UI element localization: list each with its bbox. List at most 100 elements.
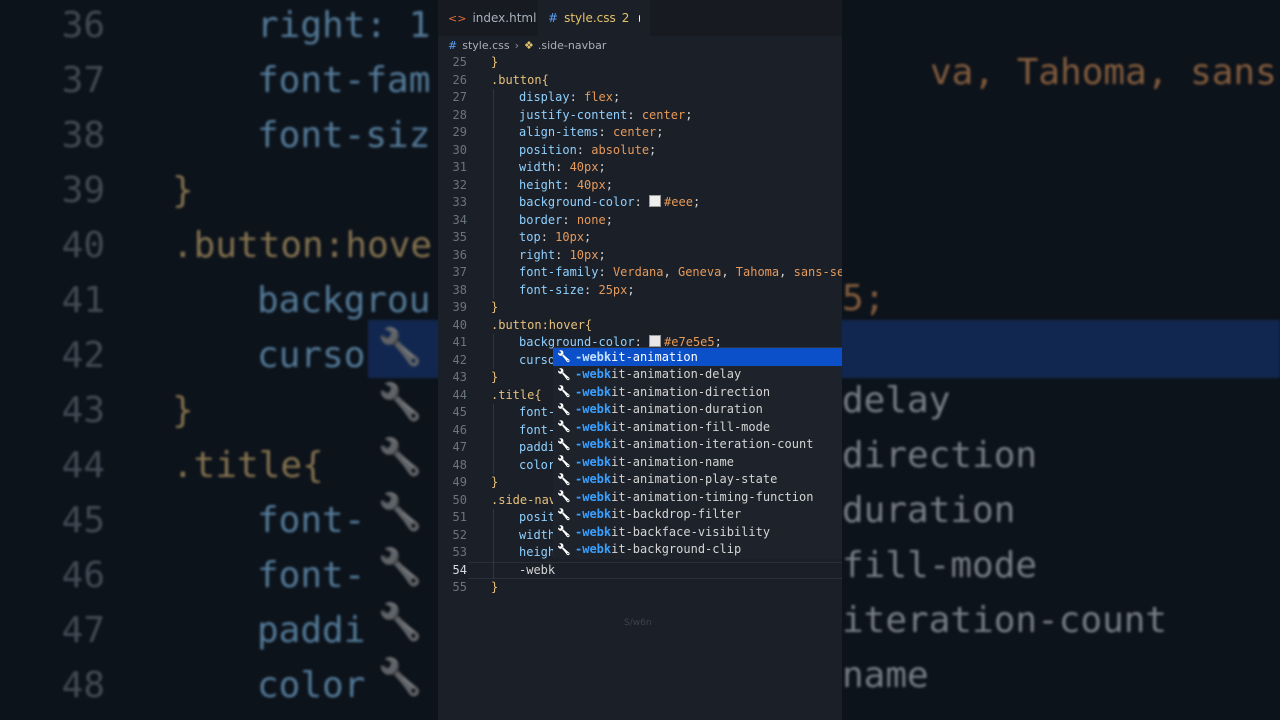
code-line-current[interactable]: 54 -webk: [438, 561, 842, 580]
code-token: display: [519, 90, 570, 104]
suggestion-item[interactable]: 🔧 -webk it-backdrop-filter: [553, 506, 842, 524]
code-text: align-items: center;: [519, 124, 664, 142]
code-text: font-family: Verdana, Geneva, Tahoma, sa…: [519, 264, 842, 282]
background-line-number: 44: [61, 445, 105, 486]
line-number: 32: [452, 177, 467, 192]
breadcrumb-file[interactable]: style.css: [462, 39, 509, 52]
suggestion-item[interactable]: 🔧 -webk it-animation-duration: [553, 401, 842, 419]
code-line[interactable]: 33 background-color: #eee;: [438, 194, 842, 212]
background-line: 42 curso: [0, 328, 366, 383]
background-code-text: right: 1: [257, 5, 431, 46]
suggestion-item[interactable]: 🔧 -webk it-background-clip: [553, 541, 842, 559]
background-line-number: 43: [61, 390, 105, 431]
suggestion-item[interactable]: 🔧 -webk it-animation-delay: [553, 366, 842, 384]
line-number: 51: [452, 510, 467, 524]
suggestion-item[interactable]: 🔧 -webk it-animation-timing-function: [553, 488, 842, 506]
background-line: 39}: [0, 163, 194, 218]
code-line[interactable]: 25}: [438, 54, 842, 72]
breadcrumb-symbol[interactable]: .side-navbar: [538, 39, 606, 52]
code-line[interactable]: 38 font-size: 25px;: [438, 282, 842, 300]
code-line[interactable]: 30 position: absolute;: [438, 142, 842, 160]
code-line[interactable]: 40 .button:hover{: [438, 317, 842, 335]
code-token: ,: [663, 265, 678, 279]
wrench-icon: 🔧: [557, 525, 571, 539]
code-token: width: [519, 527, 556, 542]
background-suggestion-text: delay: [842, 380, 951, 421]
color-swatch-icon[interactable]: [649, 335, 662, 347]
code-token: heigh: [519, 545, 556, 559]
line-number: 43: [452, 370, 467, 384]
suggestion-item[interactable]: 🔧 -webk it-animation-name: [553, 453, 842, 471]
suggestion-item[interactable]: 🔧 -webk it-animation-play-state: [553, 471, 842, 489]
code-token: Verdana: [612, 265, 664, 279]
code-token: Tahoma: [735, 265, 780, 279]
suggestion-item[interactable]: 🔧 -webk it-animation-direction: [553, 383, 842, 401]
background-code-text: color: [257, 665, 366, 706]
code-text: .button:hover{: [491, 317, 592, 335]
suggestion-item[interactable]: 🔧 -webk it-backface-visibility: [553, 523, 842, 541]
line-number: 54: [452, 562, 467, 577]
color-swatch-icon[interactable]: [649, 195, 662, 207]
background-suggestion-text: direction: [842, 435, 1038, 476]
background-line: 45 font-: [0, 493, 366, 548]
wrench-icon: 🔧: [557, 490, 571, 504]
code-token: ;: [598, 160, 606, 174]
code-line[interactable]: 34 border: none;: [438, 212, 842, 230]
code-text: display: flex;: [519, 89, 620, 107]
code-line[interactable]: 55}: [438, 579, 842, 597]
line-number: 45: [452, 405, 467, 419]
tab-index-html[interactable]: <> index.html: [438, 0, 538, 36]
code-token: paddi: [519, 440, 556, 454]
code-line[interactable]: 29 align-items: center;: [438, 124, 842, 142]
background-line-number: 39: [61, 170, 105, 211]
line-number: 53: [452, 545, 467, 559]
code-token: absolute: [591, 142, 650, 157]
background-line: 44 .title{: [0, 438, 324, 493]
code-token: ;: [692, 195, 701, 209]
suggestion-match-text: -webk: [575, 349, 612, 364]
code-token: ;: [605, 177, 613, 192]
code-line[interactable]: 35 top: 10px;: [438, 229, 842, 247]
wrench-icon: 🔧: [557, 402, 571, 416]
code-token: }: [491, 580, 499, 594]
suggestion-match-text: -webk: [575, 472, 612, 487]
suggestion-match-text: -webk: [575, 489, 612, 504]
suggestion-label: it-backdrop-filter: [611, 507, 742, 522]
code-token: justify-content: [519, 107, 628, 122]
background-wrench-icon: 🔧: [377, 492, 423, 533]
code-line[interactable]: 27 display: flex;: [438, 89, 842, 107]
background-line: 47 paddi: [0, 603, 366, 658]
suggestion-label: it-animation-name: [611, 454, 734, 469]
line-number: 37: [452, 265, 467, 279]
code-token: {: [541, 72, 549, 87]
code-token: font-family: [519, 265, 599, 279]
code-token: {: [534, 387, 542, 402]
background-wrench-icon: 🔧: [377, 437, 423, 478]
code-line[interactable]: 39}: [438, 299, 842, 317]
code-line[interactable]: 31 width: 40px;: [438, 159, 842, 177]
background-wrench-icon: 🔧: [377, 657, 423, 698]
code-token: 40px: [569, 160, 599, 174]
code-token: :: [562, 177, 577, 192]
code-text: -webk: [519, 562, 555, 580]
line-number: 26: [452, 72, 467, 87]
tab-label: style.css: [564, 11, 616, 25]
code-line[interactable]: 36 right: 10px;: [438, 247, 842, 265]
code-line[interactable]: 37 font-family: Verdana, Geneva, Tahoma, …: [438, 264, 842, 282]
code-line[interactable]: 26 .button{: [438, 72, 842, 90]
suggestion-item[interactable]: 🔧 -webk it-animation-iteration-count: [553, 436, 842, 454]
suggestion-item[interactable]: 🔧 -webk it-animation: [553, 348, 842, 366]
suggestion-item[interactable]: 🔧 -webk it-animation-fill-mode: [553, 418, 842, 436]
line-number: 34: [452, 212, 467, 227]
indent-guide: [493, 509, 494, 579]
wrench-icon: 🔧: [557, 420, 571, 434]
wrench-icon: 🔧: [557, 542, 571, 556]
line-number: 38: [452, 282, 467, 297]
line-number: 49: [452, 475, 467, 489]
code-line[interactable]: 28 justify-content: center;: [438, 107, 842, 125]
code-token: center: [612, 125, 657, 139]
code-text: }: [491, 54, 498, 72]
tab-style-css[interactable]: # style.css 2: [538, 0, 650, 36]
code-text: .button{: [491, 72, 549, 90]
code-line[interactable]: 32 height: 40px;: [438, 177, 842, 195]
